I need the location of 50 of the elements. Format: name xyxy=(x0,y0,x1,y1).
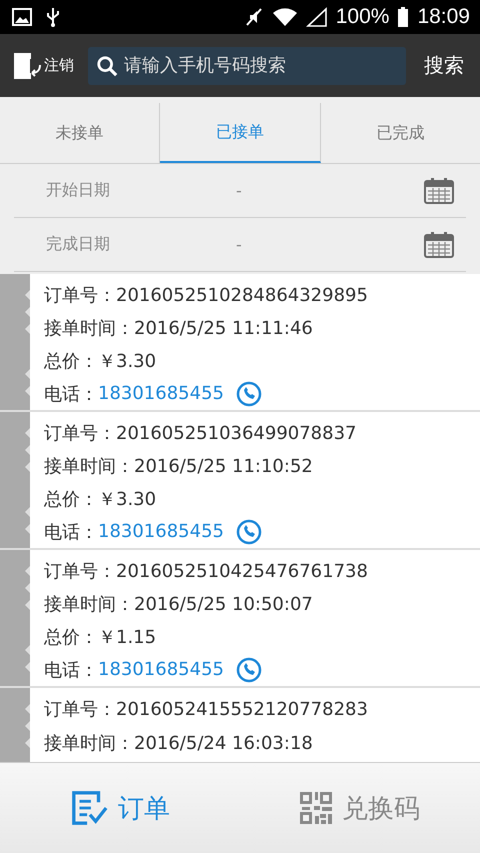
date-field[interactable]: 开始日期 - xyxy=(14,164,466,218)
qr-code-icon xyxy=(300,792,332,824)
order-card[interactable]: 订单号：201605251036499078837 接单时间：2016/5/25 11:10:52 总价：￥3.30 电话：18301685455 xyxy=(0,412,480,548)
order-number: 订单号：201605251036499078837 xyxy=(44,422,356,446)
tab[interactable]: 未接单 xyxy=(0,103,160,163)
mute-icon xyxy=(244,7,264,27)
signal-icon xyxy=(306,7,328,27)
date-field[interactable]: 完成日期 - xyxy=(14,218,466,272)
phone-number[interactable]: 18301685455 xyxy=(98,521,224,542)
checklist-icon xyxy=(70,789,108,827)
wifi-icon xyxy=(272,7,298,27)
date-value: - xyxy=(236,235,243,254)
battery-icon xyxy=(397,7,410,27)
exit-door-icon xyxy=(12,50,42,80)
order-card[interactable]: 订单号：2016052510425476761738 接单时间：2016/5/25 10:50:07 总价：￥1.15 电话：18301685455 xyxy=(0,550,480,686)
order-number: 订单号：2016052510425476761738 xyxy=(44,560,368,584)
order-number: 订单号：2016052415552120778283 xyxy=(44,698,368,722)
phone-call-icon[interactable] xyxy=(236,380,262,406)
order-price: 总价：￥3.30 xyxy=(44,488,158,512)
order-number: 订单号：2016052510284864329895 xyxy=(44,284,368,308)
nav-tab[interactable]: 兑换码 xyxy=(240,763,480,853)
order-time: 接单时间：2016/5/25 10:50:07 xyxy=(44,592,314,616)
search-field[interactable]: 请输入手机号码搜索 xyxy=(88,46,406,84)
phone-number[interactable]: 18301685455 xyxy=(98,659,224,680)
image-icon xyxy=(12,8,32,26)
order-card[interactable]: 订单号：2016052510284864329895 接单时间：2016/5/25 11:11:46 总价：￥3.30 电话：18301685455 xyxy=(0,274,480,410)
phone-number[interactable]: 18301685455 xyxy=(98,383,224,404)
date-value: - xyxy=(236,181,243,200)
calendar-icon[interactable] xyxy=(424,178,454,204)
search-button[interactable]: 搜索 xyxy=(420,52,468,79)
order-price: 总价：￥3.30 xyxy=(44,350,158,374)
phone-label: 电话： xyxy=(44,658,98,682)
order-time: 接单时间：2016/5/25 11:11:46 xyxy=(44,316,314,340)
phone-label: 电话： xyxy=(44,382,98,406)
logout-button[interactable]: 注销 xyxy=(12,50,74,80)
tab[interactable]: 已完成 xyxy=(320,103,480,163)
date-label: 完成日期 xyxy=(46,234,111,255)
order-time: 接单时间：2016/5/24 16:03:18 xyxy=(44,732,314,756)
battery-percent: 100% xyxy=(336,5,390,29)
calendar-icon[interactable] xyxy=(424,232,454,258)
usb-icon xyxy=(46,7,60,27)
phone-call-icon[interactable] xyxy=(236,518,262,544)
date-label: 开始日期 xyxy=(46,180,111,201)
phone-label: 电话： xyxy=(44,520,98,544)
phone-call-icon[interactable] xyxy=(236,656,262,682)
order-time: 接单时间：2016/5/25 11:10:52 xyxy=(44,454,314,478)
nav-tab[interactable]: 订单 xyxy=(0,763,240,853)
order-card[interactable]: 订单号：2016052415552120778283 接单时间：2016/5/24 16:03:18 xyxy=(0,688,480,762)
clock: 18:09 xyxy=(417,5,470,29)
order-price: 总价：￥1.15 xyxy=(44,626,158,650)
